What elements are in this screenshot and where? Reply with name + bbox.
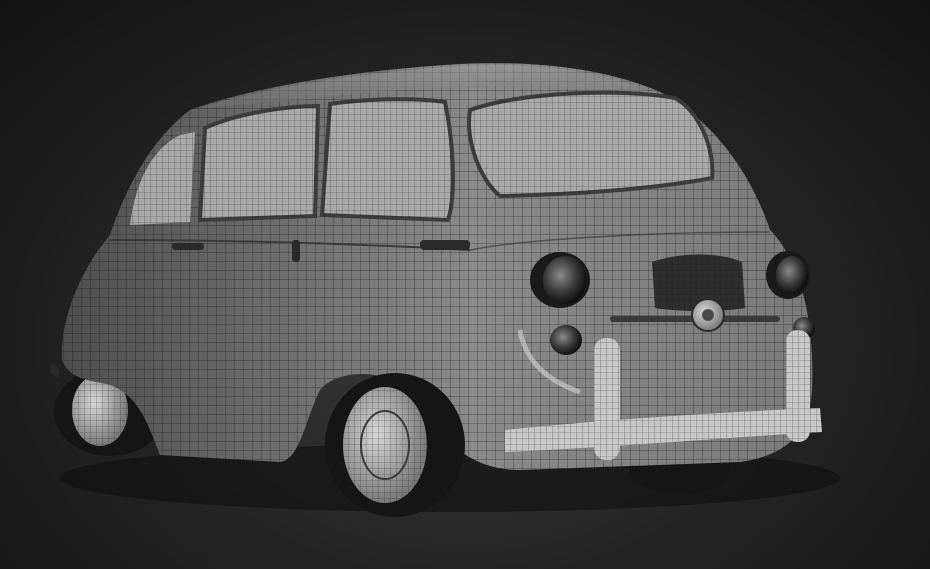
tail-light-left [530, 252, 590, 308]
tail-light-right [766, 251, 810, 299]
door-handle [172, 243, 204, 250]
side-window-2 [197, 103, 321, 223]
door-handle [292, 240, 300, 262]
reflector-left [550, 325, 582, 355]
car-render [50, 63, 840, 517]
3d-viewport[interactable] [0, 0, 930, 569]
rear-window [467, 90, 715, 199]
side-mirror-stub [50, 362, 60, 378]
fuel-cap [691, 298, 725, 332]
door-handle [420, 240, 470, 250]
side-window-3 [319, 97, 455, 223]
front-right-wheel [325, 373, 465, 517]
